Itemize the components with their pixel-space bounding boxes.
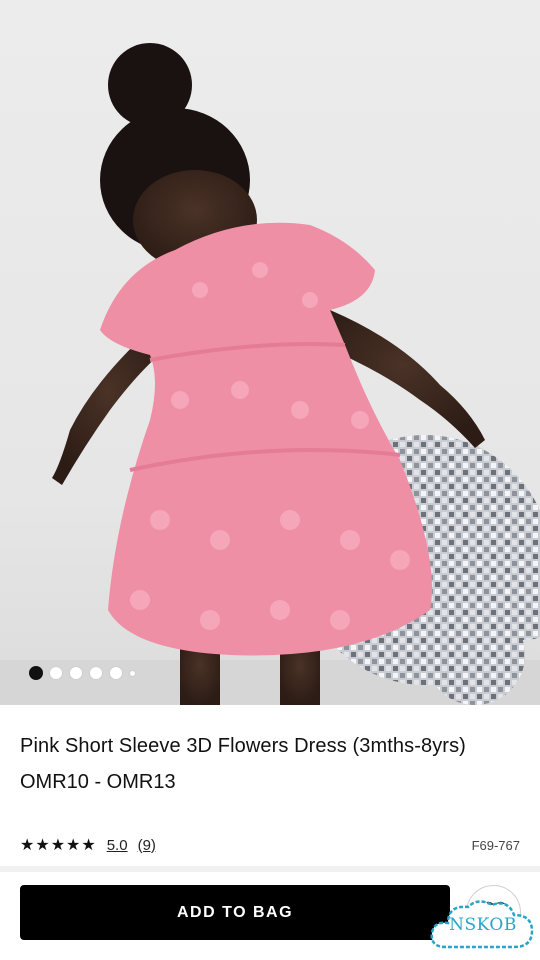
pagination-dot-more[interactable]	[129, 669, 136, 677]
pagination-dot-1[interactable]	[29, 666, 43, 680]
pagination-dot-4[interactable]	[89, 666, 103, 680]
add-to-bag-button[interactable]: ADD TO BAG	[20, 885, 450, 940]
product-price: OMR10 - OMR13	[20, 771, 176, 793]
review-count-link[interactable]: (9)	[138, 837, 156, 854]
watermark-text: NSKOB	[449, 915, 517, 935]
star-rating-icon: ★★★★★	[20, 837, 97, 854]
pagination-dot-5[interactable]	[109, 666, 123, 680]
product-title: Pink Short Sleeve 3D Flowers Dress (3mth…	[20, 735, 466, 757]
section-divider	[0, 866, 540, 872]
rating-value-link[interactable]: 5.0	[107, 837, 128, 854]
image-pagination[interactable]	[29, 666, 136, 680]
product-sku: F69-767	[471, 837, 520, 853]
product-photo	[0, 43, 540, 705]
pink-dress	[100, 222, 432, 656]
product-info: Pink Short Sleeve 3D Flowers Dress (3mth…	[20, 728, 520, 800]
product-image[interactable]	[0, 0, 540, 705]
pagination-dot-3[interactable]	[69, 666, 83, 680]
pagination-dot-2[interactable]	[49, 666, 63, 680]
rating-row: ★★★★★ 5.0 (9) F69-767	[20, 834, 520, 856]
